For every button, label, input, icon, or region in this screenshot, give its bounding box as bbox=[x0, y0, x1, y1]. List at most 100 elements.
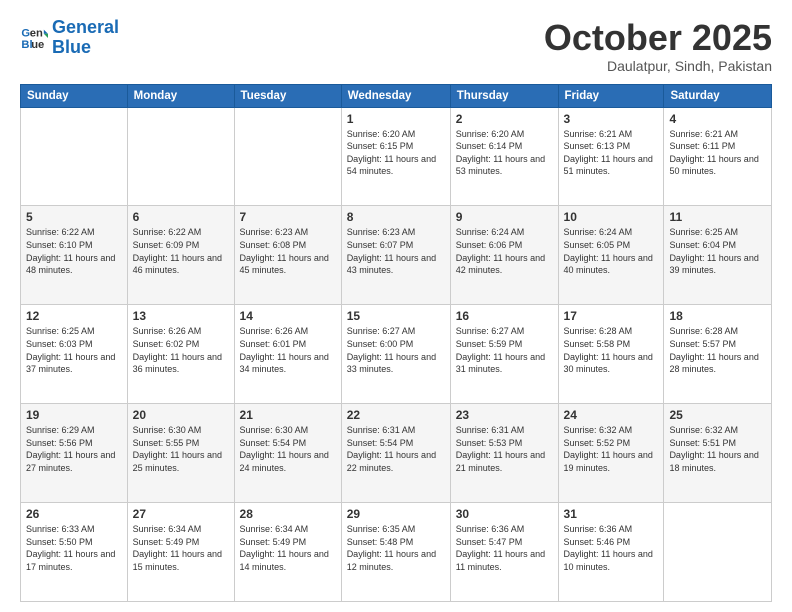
table-row: 3Sunrise: 6:21 AMSunset: 6:13 PMDaylight… bbox=[558, 107, 664, 206]
table-row: 23 Sunrise: 6:31 AMSunset: 5:53 PMDayligh… bbox=[450, 404, 558, 503]
day-info: Sunrise: 6:31 AMSunset: 5:53 PMDaylight:… bbox=[456, 424, 553, 474]
table-row: 2 Sunrise: 6:20 AMSunset: 6:14 PMDaylight… bbox=[450, 107, 558, 206]
day-info: Sunrise: 6:24 AMSunset: 6:06 PMDaylight:… bbox=[456, 226, 553, 276]
table-row bbox=[234, 107, 341, 206]
month-title: October 2025 bbox=[544, 18, 772, 58]
day-info: Sunrise: 6:36 AMSunset: 5:46 PMDaylight:… bbox=[564, 523, 659, 573]
table-row: 13Sunrise: 6:26 AMSunset: 6:02 PMDayligh… bbox=[127, 305, 234, 404]
day-number: 26 bbox=[26, 507, 122, 521]
svg-text:G: G bbox=[21, 27, 30, 39]
day-number: 7 bbox=[240, 210, 336, 224]
page: G en Bl ue General Blue October 2025 Dau… bbox=[0, 0, 792, 612]
table-row: 7 Sunrise: 6:23 AMSunset: 6:08 PMDaylight… bbox=[234, 206, 341, 305]
col-wednesday: Wednesday bbox=[341, 84, 450, 107]
table-row: 31 Sunrise: 6:36 AMSunset: 5:46 PMDayligh… bbox=[558, 503, 664, 602]
day-number: 14 bbox=[240, 309, 336, 323]
calendar-week-1: 1Sunrise: 6:20 AMSunset: 6:15 PMDaylight… bbox=[21, 107, 772, 206]
title-block: October 2025 Daulatpur, Sindh, Pakistan bbox=[544, 18, 772, 74]
day-number: 19 bbox=[26, 408, 122, 422]
day-info: Sunrise: 6:30 AMSunset: 5:54 PMDaylight:… bbox=[240, 424, 336, 474]
day-info: Sunrise: 6:34 AMSunset: 5:49 PMDaylight:… bbox=[240, 523, 336, 573]
day-number: 21 bbox=[240, 408, 336, 422]
table-row: 20Sunrise: 6:30 AMSunset: 5:55 PMDayligh… bbox=[127, 404, 234, 503]
table-row bbox=[127, 107, 234, 206]
table-row bbox=[664, 503, 772, 602]
table-row: 10 Sunrise: 6:24 AMSunset: 6:05 PMDayligh… bbox=[558, 206, 664, 305]
table-row: 21 Sunrise: 6:30 AMSunset: 5:54 PMDayligh… bbox=[234, 404, 341, 503]
col-saturday: Saturday bbox=[664, 84, 772, 107]
table-row: 28 Sunrise: 6:34 AMSunset: 5:49 PMDayligh… bbox=[234, 503, 341, 602]
day-number: 24 bbox=[564, 408, 659, 422]
col-tuesday: Tuesday bbox=[234, 84, 341, 107]
day-info: Sunrise: 6:33 AMSunset: 5:50 PMDaylight:… bbox=[26, 523, 122, 573]
logo-line1: General bbox=[52, 17, 119, 37]
day-info: Sunrise: 6:28 AMSunset: 5:57 PMDaylight:… bbox=[669, 325, 766, 375]
table-row: 6 Sunrise: 6:22 AMSunset: 6:09 PMDaylight… bbox=[127, 206, 234, 305]
calendar-week-5: 26 Sunrise: 6:33 AMSunset: 5:50 PMDayligh… bbox=[21, 503, 772, 602]
day-info: Sunrise: 6:35 AMSunset: 5:48 PMDaylight:… bbox=[347, 523, 445, 573]
table-row: 16Sunrise: 6:27 AMSunset: 5:59 PMDayligh… bbox=[450, 305, 558, 404]
day-number: 3 bbox=[564, 112, 659, 126]
day-info: Sunrise: 6:27 AMSunset: 5:59 PMDaylight:… bbox=[456, 325, 553, 375]
table-row: 25Sunrise: 6:32 AMSunset: 5:51 PMDayligh… bbox=[664, 404, 772, 503]
day-info: Sunrise: 6:23 AMSunset: 6:07 PMDaylight:… bbox=[347, 226, 445, 276]
table-row: 4Sunrise: 6:21 AMSunset: 6:11 PMDaylight… bbox=[664, 107, 772, 206]
day-number: 27 bbox=[133, 507, 229, 521]
day-number: 15 bbox=[347, 309, 445, 323]
calendar-header-row: Sunday Monday Tuesday Wednesday Thursday… bbox=[21, 84, 772, 107]
day-number: 2 bbox=[456, 112, 553, 126]
day-info: Sunrise: 6:22 AMSunset: 6:10 PMDaylight:… bbox=[26, 226, 122, 276]
logo: G en Bl ue General Blue bbox=[20, 18, 119, 58]
table-row: 1Sunrise: 6:20 AMSunset: 6:15 PMDaylight… bbox=[341, 107, 450, 206]
calendar: Sunday Monday Tuesday Wednesday Thursday… bbox=[20, 84, 772, 602]
table-row: 12Sunrise: 6:25 AMSunset: 6:03 PMDayligh… bbox=[21, 305, 128, 404]
calendar-week-4: 19 Sunrise: 6:29 AMSunset: 5:56 PMDayligh… bbox=[21, 404, 772, 503]
calendar-week-3: 12Sunrise: 6:25 AMSunset: 6:03 PMDayligh… bbox=[21, 305, 772, 404]
day-number: 17 bbox=[564, 309, 659, 323]
day-info: Sunrise: 6:21 AMSunset: 6:11 PMDaylight:… bbox=[669, 128, 766, 178]
table-row: 29 Sunrise: 6:35 AMSunset: 5:48 PMDayligh… bbox=[341, 503, 450, 602]
day-number: 31 bbox=[564, 507, 659, 521]
table-row: 19 Sunrise: 6:29 AMSunset: 5:56 PMDayligh… bbox=[21, 404, 128, 503]
table-row: 11Sunrise: 6:25 AMSunset: 6:04 PMDayligh… bbox=[664, 206, 772, 305]
table-row: 27 Sunrise: 6:34 AMSunset: 5:49 PMDayligh… bbox=[127, 503, 234, 602]
day-info: Sunrise: 6:20 AMSunset: 6:14 PMDaylight:… bbox=[456, 128, 553, 178]
day-number: 30 bbox=[456, 507, 553, 521]
day-number: 25 bbox=[669, 408, 766, 422]
svg-text:ue: ue bbox=[31, 39, 44, 51]
table-row: 22 Sunrise: 6:31 AMSunset: 5:54 PMDayligh… bbox=[341, 404, 450, 503]
day-number: 22 bbox=[347, 408, 445, 422]
day-info: Sunrise: 6:22 AMSunset: 6:09 PMDaylight:… bbox=[133, 226, 229, 276]
calendar-week-2: 5Sunrise: 6:22 AMSunset: 6:10 PMDaylight… bbox=[21, 206, 772, 305]
table-row: 8Sunrise: 6:23 AMSunset: 6:07 PMDaylight… bbox=[341, 206, 450, 305]
day-info: Sunrise: 6:34 AMSunset: 5:49 PMDaylight:… bbox=[133, 523, 229, 573]
day-number: 23 bbox=[456, 408, 553, 422]
day-info: Sunrise: 6:26 AMSunset: 6:01 PMDaylight:… bbox=[240, 325, 336, 375]
day-info: Sunrise: 6:20 AMSunset: 6:15 PMDaylight:… bbox=[347, 128, 445, 178]
day-info: Sunrise: 6:31 AMSunset: 5:54 PMDaylight:… bbox=[347, 424, 445, 474]
table-row bbox=[21, 107, 128, 206]
day-info: Sunrise: 6:36 AMSunset: 5:47 PMDaylight:… bbox=[456, 523, 553, 573]
location: Daulatpur, Sindh, Pakistan bbox=[544, 58, 772, 74]
table-row: 15 Sunrise: 6:27 AMSunset: 6:00 PMDayligh… bbox=[341, 305, 450, 404]
table-row: 9Sunrise: 6:24 AMSunset: 6:06 PMDaylight… bbox=[450, 206, 558, 305]
day-number: 28 bbox=[240, 507, 336, 521]
day-info: Sunrise: 6:28 AMSunset: 5:58 PMDaylight:… bbox=[564, 325, 659, 375]
day-number: 6 bbox=[133, 210, 229, 224]
day-info: Sunrise: 6:24 AMSunset: 6:05 PMDaylight:… bbox=[564, 226, 659, 276]
col-thursday: Thursday bbox=[450, 84, 558, 107]
logo-text: General Blue bbox=[52, 18, 119, 58]
day-number: 10 bbox=[564, 210, 659, 224]
day-info: Sunrise: 6:27 AMSunset: 6:00 PMDaylight:… bbox=[347, 325, 445, 375]
day-number: 29 bbox=[347, 507, 445, 521]
day-number: 13 bbox=[133, 309, 229, 323]
day-info: Sunrise: 6:29 AMSunset: 5:56 PMDaylight:… bbox=[26, 424, 122, 474]
logo-line2: Blue bbox=[52, 37, 91, 57]
day-info: Sunrise: 6:30 AMSunset: 5:55 PMDaylight:… bbox=[133, 424, 229, 474]
day-info: Sunrise: 6:23 AMSunset: 6:08 PMDaylight:… bbox=[240, 226, 336, 276]
col-monday: Monday bbox=[127, 84, 234, 107]
day-number: 11 bbox=[669, 210, 766, 224]
table-row: 30 Sunrise: 6:36 AMSunset: 5:47 PMDayligh… bbox=[450, 503, 558, 602]
col-sunday: Sunday bbox=[21, 84, 128, 107]
table-row: 26 Sunrise: 6:33 AMSunset: 5:50 PMDayligh… bbox=[21, 503, 128, 602]
